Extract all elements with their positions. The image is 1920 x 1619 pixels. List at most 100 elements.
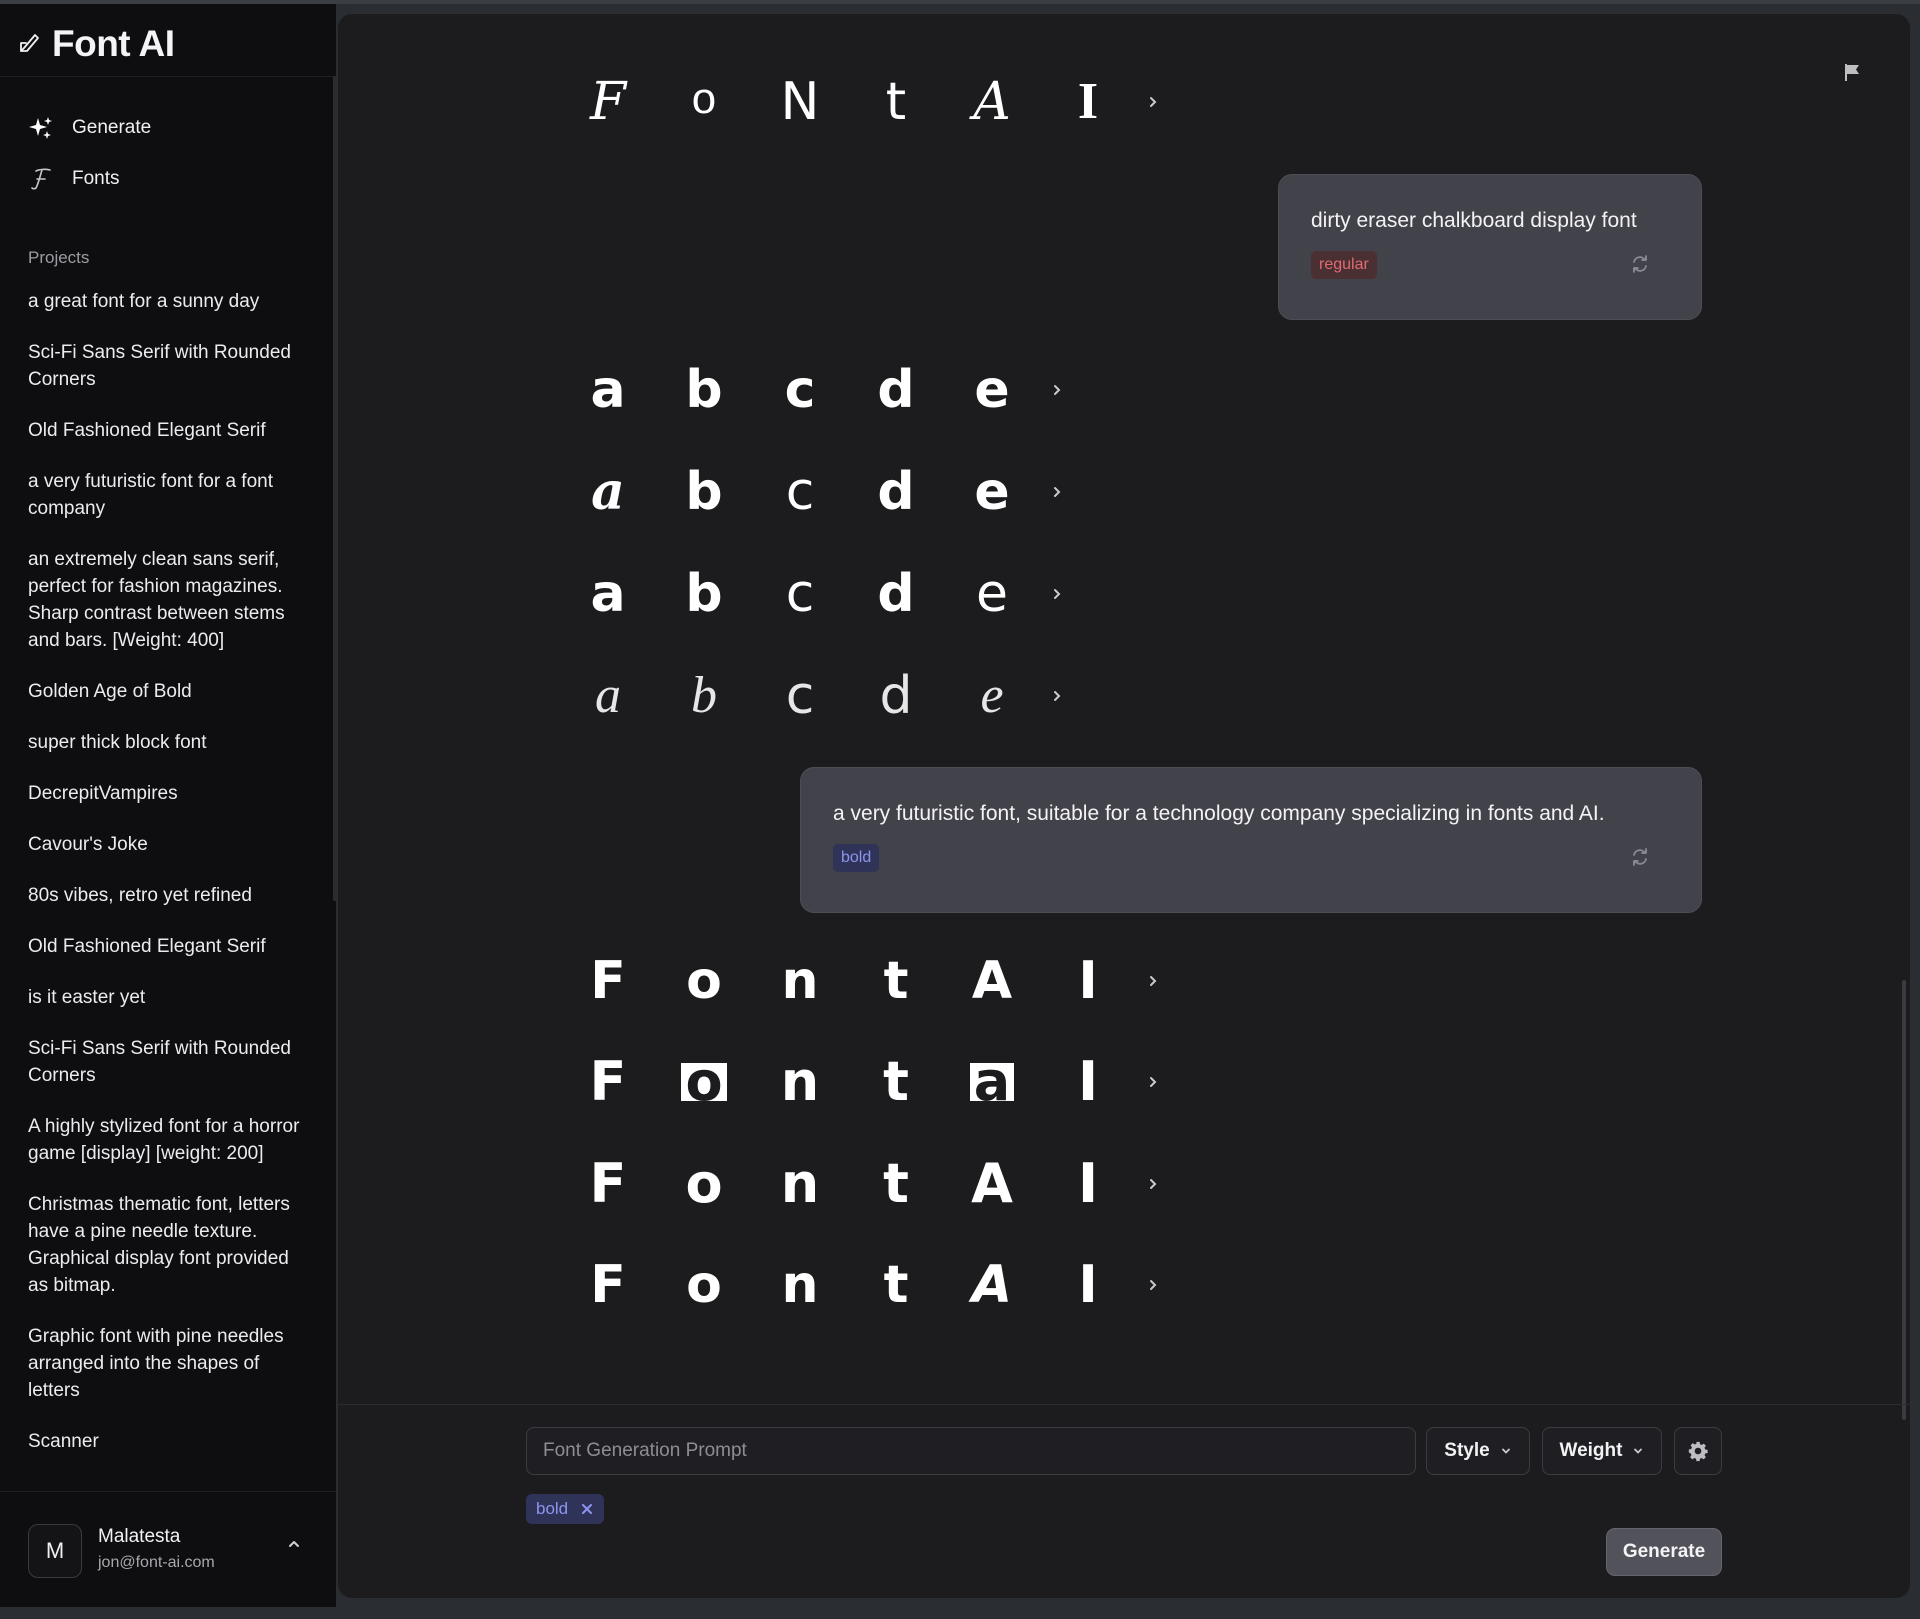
project-item[interactable]: an extremely clean sans serif, perfect f… [28, 546, 310, 654]
glyph: c [785, 564, 815, 624]
chevron-right-icon[interactable] [1046, 685, 1068, 707]
brand[interactable]: Font AI [18, 18, 175, 70]
style-tag: regular [1311, 251, 1377, 279]
sidebar-scrollbar[interactable] [333, 76, 336, 901]
glyph: N [780, 72, 820, 132]
glyph-row[interactable]: F o N t A I [560, 62, 1164, 142]
project-item[interactable]: Scanner [28, 1428, 310, 1455]
glyph: e [974, 462, 1010, 522]
glyph-row[interactable]: F o n t A I [560, 1144, 1164, 1224]
project-item[interactable]: 80s vibes, retro yet refined [28, 882, 310, 909]
main-scrollbar[interactable] [1902, 980, 1906, 1420]
project-item[interactable]: is it easter yet [28, 984, 310, 1011]
flag-icon[interactable] [1842, 62, 1862, 82]
project-item[interactable]: DecrepitVampires [28, 780, 310, 807]
glyph: c [784, 360, 816, 420]
sidebar: Font AI Generate Fonts Projects a great … [0, 4, 336, 1607]
glyph: d [877, 564, 915, 624]
glyph: t [883, 1152, 909, 1215]
glyph: t [883, 1255, 909, 1315]
project-item[interactable]: Golden Age of Bold [28, 678, 310, 705]
project-item[interactable]: Sci-Fi Sans Serif with Rounded Corners [28, 1035, 310, 1089]
glyph: o [686, 951, 722, 1011]
glyph: A [971, 951, 1013, 1011]
chevron-right-icon[interactable] [1142, 970, 1164, 992]
style-dropdown[interactable]: Style [1426, 1427, 1530, 1475]
glyph-row[interactable]: a b c d e [560, 554, 1068, 634]
chevron-down-icon [1501, 1448, 1510, 1454]
logo-icon [20, 34, 39, 52]
chevron-right-icon[interactable] [1142, 91, 1164, 113]
glyph: n [781, 1255, 819, 1315]
project-item[interactable]: Cavour's Joke [28, 831, 310, 858]
chevron-down-icon [1634, 1448, 1643, 1454]
glyph: a [944, 1042, 1040, 1122]
weight-dropdown-label: Weight [1559, 1440, 1623, 1461]
gear-icon [1688, 1441, 1708, 1462]
glyph: e [974, 360, 1010, 420]
style-tag: bold [833, 844, 880, 872]
chevron-right-icon[interactable] [1046, 583, 1068, 605]
close-icon[interactable] [580, 1502, 594, 1516]
divider [338, 1404, 1910, 1405]
selected-weight-chip: bold [526, 1494, 605, 1524]
glyph: a [590, 360, 626, 420]
glyph: a [595, 667, 621, 724]
chevron-right-icon[interactable] [1046, 379, 1068, 401]
project-item[interactable]: Christmas thematic font, letters have a … [28, 1191, 310, 1299]
glyph: A [973, 72, 1011, 132]
project-item[interactable]: Graphic font with pine needles arranged … [28, 1323, 310, 1404]
project-item[interactable]: Sci-Fi Sans Serif with Rounded Corners [28, 339, 310, 393]
glyph: I [1077, 1050, 1099, 1113]
generate-button[interactable]: Generate [1606, 1528, 1722, 1576]
style-dropdown-label: Style [1444, 1440, 1490, 1461]
refresh-icon[interactable] [1629, 253, 1651, 275]
glyph: I [1077, 73, 1099, 130]
chevron-right-icon[interactable] [1046, 481, 1068, 503]
glyph: d [877, 360, 915, 420]
window-bottom-border [0, 1607, 1920, 1619]
prompt-bubble: a very futuristic font, suitable for a t… [800, 767, 1702, 913]
project-item[interactable]: super thick block font [28, 729, 310, 756]
prompt-input[interactable] [526, 1427, 1416, 1475]
glyph: d [879, 666, 913, 726]
glyph-row[interactable]: a b c d e [560, 350, 1068, 430]
chevron-up-icon[interactable] [286, 1536, 302, 1552]
glyph: F [589, 72, 627, 132]
chevron-right-icon[interactable] [1142, 1173, 1164, 1195]
glyph: t [883, 1050, 909, 1113]
glyph: c [785, 666, 815, 726]
glyph: n [780, 1152, 820, 1215]
refresh-icon[interactable] [1629, 846, 1651, 868]
glyph-row[interactable]: F o n t A I [560, 1245, 1164, 1325]
script-f-icon [28, 166, 54, 192]
chevron-right-icon[interactable] [1142, 1274, 1164, 1296]
prompt-text: a very futuristic font, suitable for a t… [833, 802, 1605, 825]
divider [0, 76, 336, 77]
project-item[interactable]: a great font for a sunny day [28, 288, 310, 315]
project-item[interactable]: A highly stylized font for a horror game… [28, 1113, 310, 1167]
glyph: I [1078, 1255, 1098, 1315]
user-menu[interactable]: M Malatesta jon@font-ai.com [0, 1491, 336, 1607]
glyph: n [780, 1050, 820, 1113]
glyph-row[interactable]: F o n t a I [560, 1042, 1164, 1122]
prompt-text: dirty eraser chalkboard display font [1311, 209, 1637, 232]
glyph: F [590, 1255, 626, 1315]
main-nav: Generate Fonts [28, 102, 151, 204]
chevron-right-icon[interactable] [1142, 1071, 1164, 1093]
glyph: a [591, 461, 625, 522]
project-item[interactable]: Old Fashioned Elegant Serif [28, 933, 310, 960]
glyph-row[interactable]: a b c d e [560, 656, 1068, 736]
weight-dropdown[interactable]: Weight [1542, 1427, 1662, 1475]
project-item[interactable]: a very futuristic font for a font compan… [28, 468, 310, 522]
nav-item-generate[interactable]: Generate [28, 102, 151, 153]
nav-label: Fonts [72, 167, 120, 189]
settings-button[interactable] [1674, 1427, 1722, 1475]
nav-item-fonts[interactable]: Fonts [28, 153, 151, 204]
glyph-row[interactable]: a b c d e [560, 452, 1068, 532]
glyph-row[interactable]: F o n t A I [560, 941, 1164, 1021]
glyph: o [690, 77, 718, 127]
projects-heading: Projects [28, 248, 90, 267]
project-item[interactable]: Old Fashioned Elegant Serif [28, 417, 310, 444]
glyph: o [656, 1042, 752, 1122]
